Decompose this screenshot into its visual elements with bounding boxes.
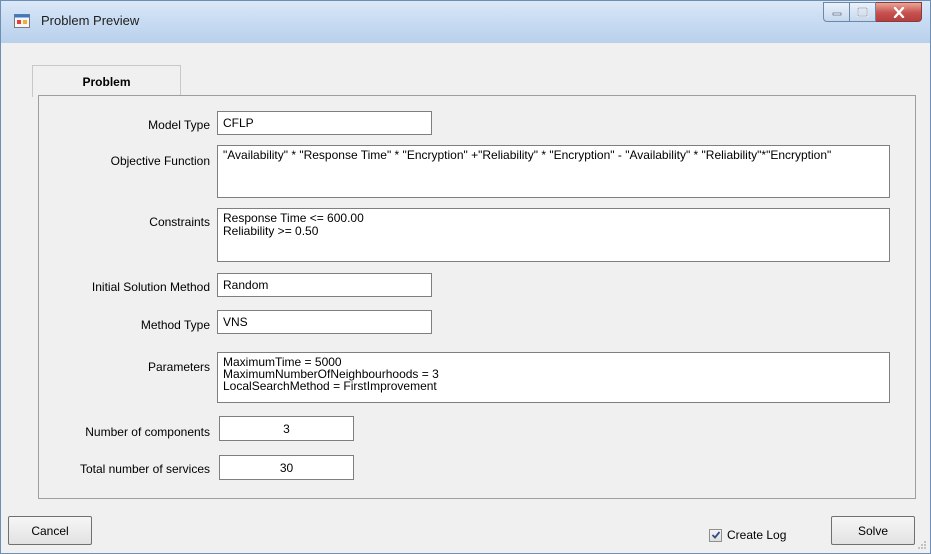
number-of-components-field[interactable]: 3 — [219, 416, 354, 441]
minimize-icon — [832, 12, 841, 16]
constraint-line: Response Time <= 600.00 — [223, 211, 364, 225]
total-number-of-services-field[interactable]: 30 — [219, 455, 354, 480]
number-of-components-label: Number of components — [85, 425, 210, 439]
objective-function-field[interactable]: "Availability" * "Response Time" * "Encr… — [217, 145, 890, 198]
maximize-button[interactable] — [850, 2, 876, 22]
model-type-label: Model Type — [148, 118, 210, 132]
close-icon — [893, 6, 904, 18]
caption-buttons — [823, 2, 922, 24]
constraint-line: Reliability >= 0.50 — [223, 224, 319, 238]
constraints-field[interactable]: Response Time <= 600.00 Reliability >= 0… — [217, 208, 890, 262]
resize-grip-icon[interactable] — [917, 540, 927, 550]
tab-problem-label: Problem — [82, 74, 131, 89]
parameters-field[interactable]: MaximumTime = 5000 MaximumNumberOfNeighb… — [217, 352, 890, 403]
checkmark-icon — [711, 531, 720, 539]
method-type-field[interactable]: VNS — [217, 310, 432, 334]
initial-solution-method-label: Initial Solution Method — [91, 280, 210, 294]
title-bar[interactable]: Problem Preview — [1, 1, 930, 43]
minimize-button[interactable] — [823, 2, 850, 22]
initial-solution-method-field[interactable]: Random — [217, 273, 432, 297]
problem-preview-window: Problem Preview Problem Model Type CFLP … — [0, 0, 931, 554]
total-number-of-services-label: Total number of services — [79, 462, 210, 476]
close-button[interactable] — [876, 2, 922, 22]
constraints-label: Constraints — [149, 215, 210, 229]
tab-problem[interactable]: Problem — [32, 65, 181, 97]
model-type-field[interactable]: CFLP — [217, 111, 432, 135]
create-log-check[interactable] — [709, 528, 722, 542]
objective-function-label: Objective Function — [110, 154, 210, 168]
cancel-button[interactable]: Cancel — [8, 516, 92, 545]
objective-function-text: "Availability" * "Response Time" * "Encr… — [223, 148, 832, 162]
parameters-label: Parameters — [147, 360, 210, 374]
method-type-label: Method Type — [140, 318, 210, 332]
problem-panel: Model Type CFLP Objective Function "Avai… — [38, 95, 916, 499]
window-title: Problem Preview — [41, 13, 140, 28]
maximize-icon — [857, 7, 868, 17]
app-icon — [14, 14, 30, 28]
parameter-line: LocalSearchMethod = FirstImprovement — [223, 379, 437, 393]
create-log-checkbox[interactable]: Create Log — [709, 528, 786, 542]
client-area: Problem Model Type CFLP Objective Functi… — [9, 43, 922, 547]
create-log-label: Create Log — [727, 528, 787, 542]
solve-button[interactable]: Solve — [831, 516, 915, 545]
